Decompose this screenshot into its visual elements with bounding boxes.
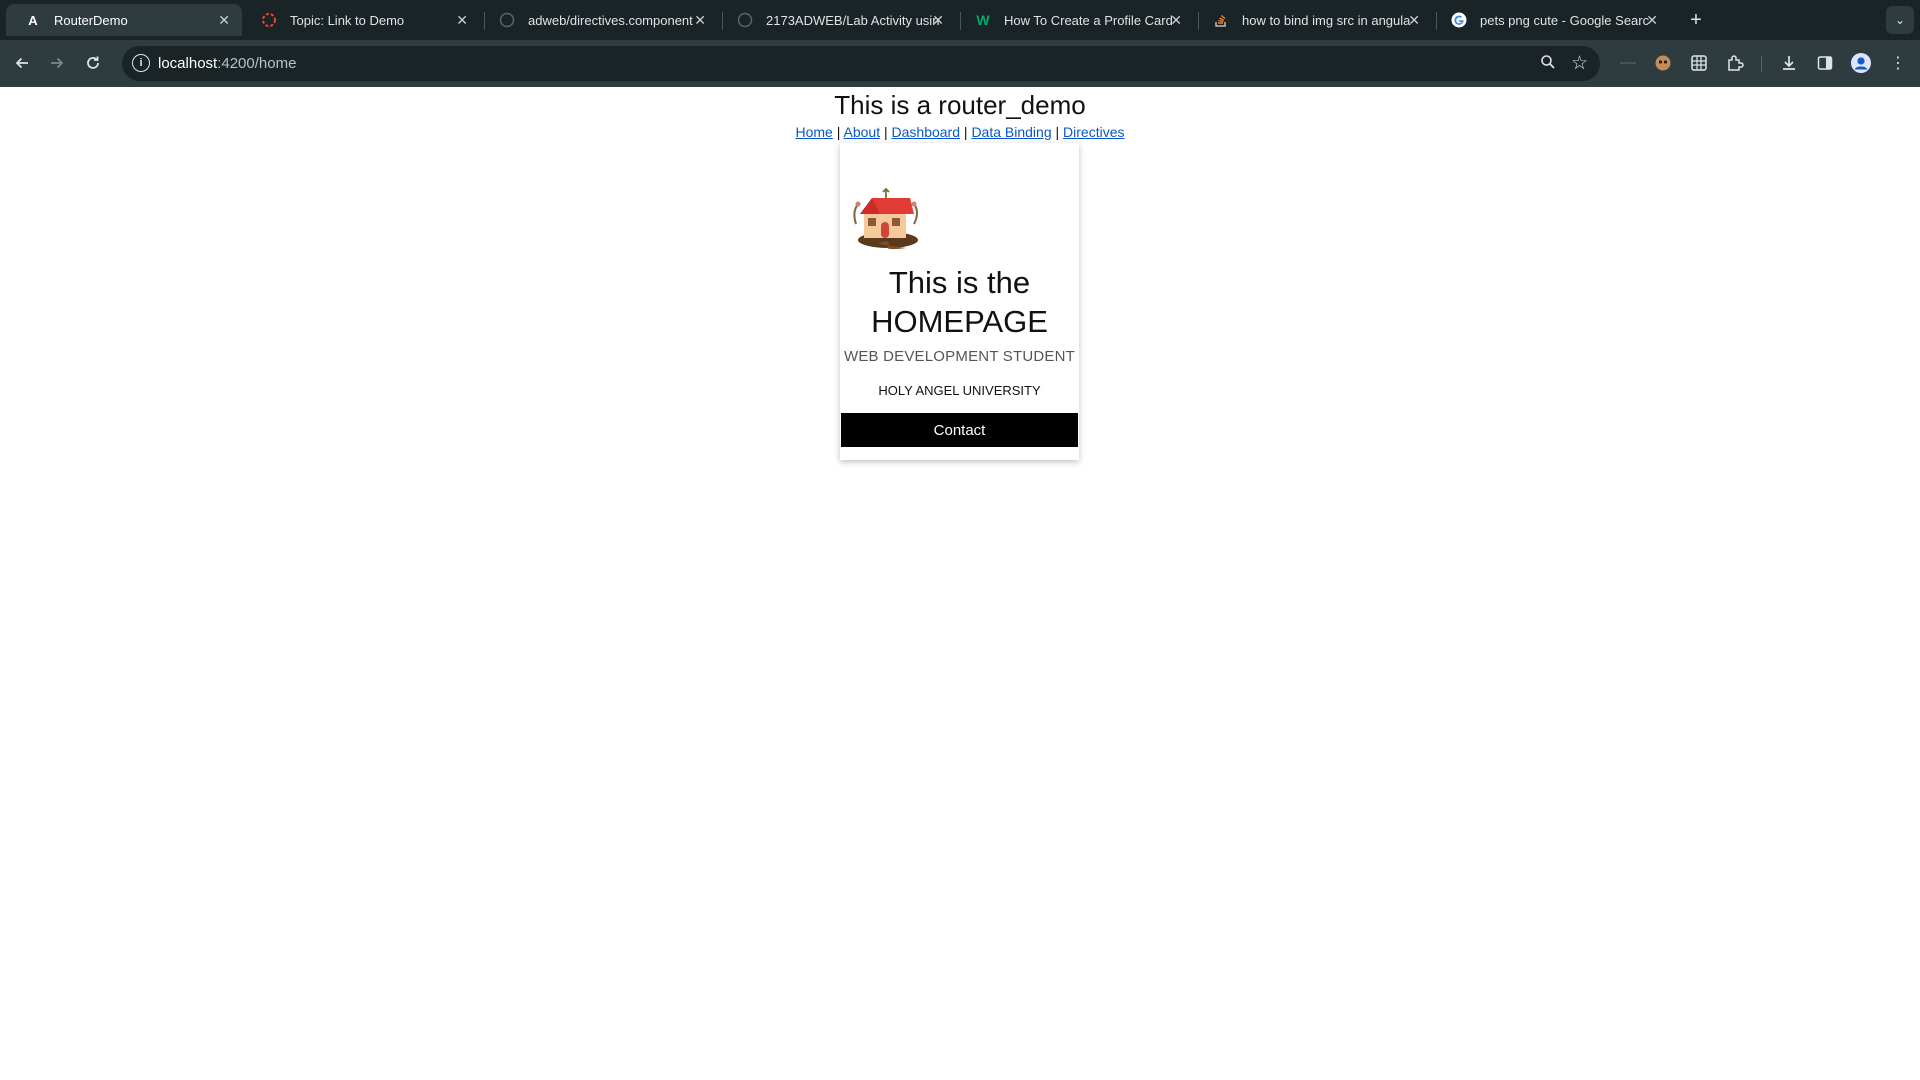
- extension-icon[interactable]: —: [1616, 51, 1640, 75]
- toolbar-separator: [1761, 56, 1762, 72]
- tab-title: Topic: Link to Demo: [290, 12, 405, 28]
- tab-bind-img-src[interactable]: how to bind img src in angula ✕: [1194, 4, 1432, 36]
- bookmark-star-icon[interactable]: ☆: [1571, 52, 1588, 75]
- url-host: localhost: [158, 55, 218, 72]
- nav-link-directives[interactable]: Directives: [1063, 124, 1124, 140]
- close-icon[interactable]: ✕: [456, 12, 468, 29]
- grid-extension-icon[interactable]: [1687, 51, 1711, 75]
- stackoverflow-icon: [1212, 11, 1230, 29]
- router-nav: Home | About | Dashboard | Data Binding …: [0, 124, 1920, 140]
- extensions-puzzle-icon[interactable]: [1723, 51, 1747, 75]
- contact-button[interactable]: Contact: [841, 413, 1078, 447]
- nav-separator: |: [836, 124, 841, 140]
- browser-chrome: A RouterDemo ✕ Topic: Link to Demo ✕ adw…: [0, 0, 1920, 87]
- new-tab-button[interactable]: +: [1682, 6, 1710, 34]
- side-panel-icon[interactable]: [1813, 51, 1837, 75]
- page-content: This is a router_demo Home | About | Das…: [0, 87, 1920, 1080]
- nav-link-about[interactable]: About: [844, 124, 881, 140]
- reload-button[interactable]: [79, 49, 107, 77]
- nav-separator: |: [963, 124, 968, 140]
- more-menu-icon[interactable]: ⋮: [1886, 51, 1910, 75]
- profile-avatar-icon[interactable]: [1849, 51, 1873, 75]
- loading-icon: [260, 11, 278, 29]
- extension-avatar-icon[interactable]: [1651, 51, 1675, 75]
- github-icon: [736, 11, 754, 29]
- angular-icon: A: [28, 12, 38, 28]
- tab-topic-link-to-demo[interactable]: Topic: Link to Demo ✕: [242, 4, 480, 36]
- download-icon[interactable]: [1777, 51, 1801, 75]
- tab-title: 2173ADWEB/Lab Activity usin: [766, 12, 940, 28]
- close-icon[interactable]: ✕: [1170, 12, 1182, 29]
- w3schools-icon: W: [976, 12, 990, 28]
- tab-lab-activity[interactable]: 2173ADWEB/Lab Activity usin ✕: [718, 4, 956, 36]
- zoom-icon[interactable]: [1540, 54, 1556, 75]
- nav-link-home[interactable]: Home: [795, 124, 832, 140]
- nav-separator: |: [883, 124, 888, 140]
- tab-title: how to bind img src in angula: [1242, 12, 1411, 28]
- tab-profile-card[interactable]: W How To Create a Profile Card ✕: [956, 4, 1194, 36]
- close-icon[interactable]: ✕: [1408, 12, 1420, 29]
- tab-strip: A RouterDemo ✕ Topic: Link to Demo ✕ adw…: [0, 0, 1920, 40]
- close-icon[interactable]: ✕: [932, 12, 944, 29]
- tab-title: adweb/directives.component: [528, 12, 693, 28]
- nav-link-dashboard[interactable]: Dashboard: [892, 124, 961, 140]
- tab-routerdemo[interactable]: A RouterDemo ✕: [6, 4, 242, 36]
- close-icon[interactable]: ✕: [1646, 12, 1658, 29]
- close-icon[interactable]: ✕: [218, 12, 230, 29]
- github-icon: [498, 11, 516, 29]
- url-text[interactable]: localhost:4200/home: [158, 55, 296, 72]
- tab-search-icon[interactable]: ⌄: [1886, 6, 1914, 34]
- back-button[interactable]: [8, 49, 36, 77]
- page-title: This is a router_demo: [834, 90, 1086, 120]
- tab-title: RouterDemo: [54, 12, 128, 28]
- forward-button[interactable]: [43, 49, 71, 77]
- card-heading: This is the HOMEPAGE: [840, 263, 1079, 341]
- card-heading-line1: This is the: [888, 265, 1031, 300]
- card-subtitle: WEB DEVELOPMENT STUDENT: [843, 348, 1076, 365]
- site-info-icon[interactable]: i: [132, 54, 150, 72]
- tab-adweb-directives[interactable]: adweb/directives.component ✕: [480, 4, 718, 36]
- close-icon[interactable]: ✕: [694, 12, 706, 29]
- house-icon: [848, 184, 922, 252]
- tab-title: pets png cute - Google Searc: [1480, 12, 1650, 28]
- profile-card: This is the HOMEPAGE WEB DEVELOPMENT STU…: [840, 143, 1079, 460]
- tab-google-search[interactable]: pets png cute - Google Searc ✕: [1432, 4, 1670, 36]
- address-bar[interactable]: i localhost:4200/home ☆: [122, 46, 1600, 81]
- nav-link-data-binding[interactable]: Data Binding: [971, 124, 1051, 140]
- toolbar: i localhost:4200/home ☆ — ⋮: [0, 40, 1920, 87]
- url-path: :4200/home: [217, 55, 297, 72]
- google-icon: [1450, 11, 1468, 29]
- nav-separator: |: [1055, 124, 1060, 140]
- card-university: HOLY ANGEL UNIVERSITY: [878, 383, 1041, 398]
- card-heading-line2: HOMEPAGE: [871, 304, 1048, 339]
- tab-title: How To Create a Profile Card: [1004, 12, 1173, 28]
